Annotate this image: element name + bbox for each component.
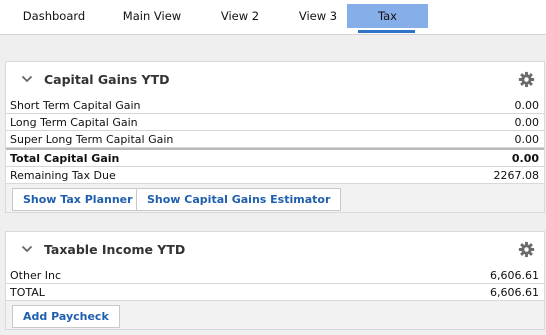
capital-gains-panel: Capital Gains YTD Short Term Capital Gai…	[5, 61, 545, 213]
total-capital-gain-row: Total Capital Gain 0.00	[6, 148, 544, 167]
show-capital-gains-estimator-button[interactable]: Show Capital Gains Estimator	[136, 188, 342, 211]
row-label: TOTAL	[10, 286, 45, 299]
tab-dashboard[interactable]: Dashboard	[8, 4, 100, 28]
row-value: 2267.08	[493, 169, 540, 182]
chevron-down-icon[interactable]	[21, 245, 33, 253]
tab-tax[interactable]: Tax	[347, 4, 428, 28]
add-paycheck-button[interactable]: Add Paycheck	[12, 305, 120, 328]
table-row: Super Long Term Capital Gain 0.00	[6, 131, 544, 148]
taxable-income-footer: Add Paycheck	[6, 300, 544, 329]
table-row: Long Term Capital Gain 0.00	[6, 114, 544, 131]
active-tab-indicator	[358, 30, 415, 33]
table-row: Short Term Capital Gain 0.00	[6, 97, 544, 114]
tab-main-view[interactable]: Main View	[106, 4, 198, 28]
row-value: 6,606.61	[490, 269, 539, 282]
remaining-tax-row: Remaining Tax Due 2267.08	[6, 167, 544, 184]
row-label: Remaining Tax Due	[10, 169, 116, 182]
row-label: Total Capital Gain	[10, 152, 120, 165]
row-label: Super Long Term Capital Gain	[10, 133, 174, 146]
capital-gains-footer: Show Tax Planner Show Capital Gains Esti…	[6, 183, 544, 212]
taxable-income-panel: Taxable Income YTD Other Inc 6,606.61 TO…	[5, 231, 545, 330]
row-value: 6,606.61	[490, 286, 539, 299]
table-row: Other Inc 6,606.61	[6, 267, 544, 284]
row-value: 0.00	[514, 99, 540, 112]
taxable-income-title: Taxable Income YTD	[44, 242, 186, 257]
chevron-down-icon[interactable]	[21, 75, 33, 83]
tab-bar: Dashboard Main View View 2 View 3 Tax	[0, 0, 546, 35]
taxable-income-header: Taxable Income YTD	[6, 232, 544, 268]
tab-view-2[interactable]: View 2	[196, 4, 284, 28]
capital-gains-header: Capital Gains YTD	[6, 62, 544, 98]
table-row: TOTAL 6,606.61	[6, 284, 544, 301]
gear-icon[interactable]	[518, 71, 535, 88]
row-label: Other Inc	[10, 269, 61, 282]
capital-gains-title: Capital Gains YTD	[44, 72, 170, 87]
gear-icon[interactable]	[518, 241, 535, 258]
row-value: 0.00	[514, 116, 540, 129]
row-value: 0.00	[514, 133, 540, 146]
show-tax-planner-button[interactable]: Show Tax Planner	[12, 188, 144, 211]
row-value: 0.00	[511, 152, 539, 165]
row-label: Long Term Capital Gain	[10, 116, 138, 129]
row-label: Short Term Capital Gain	[10, 99, 141, 112]
